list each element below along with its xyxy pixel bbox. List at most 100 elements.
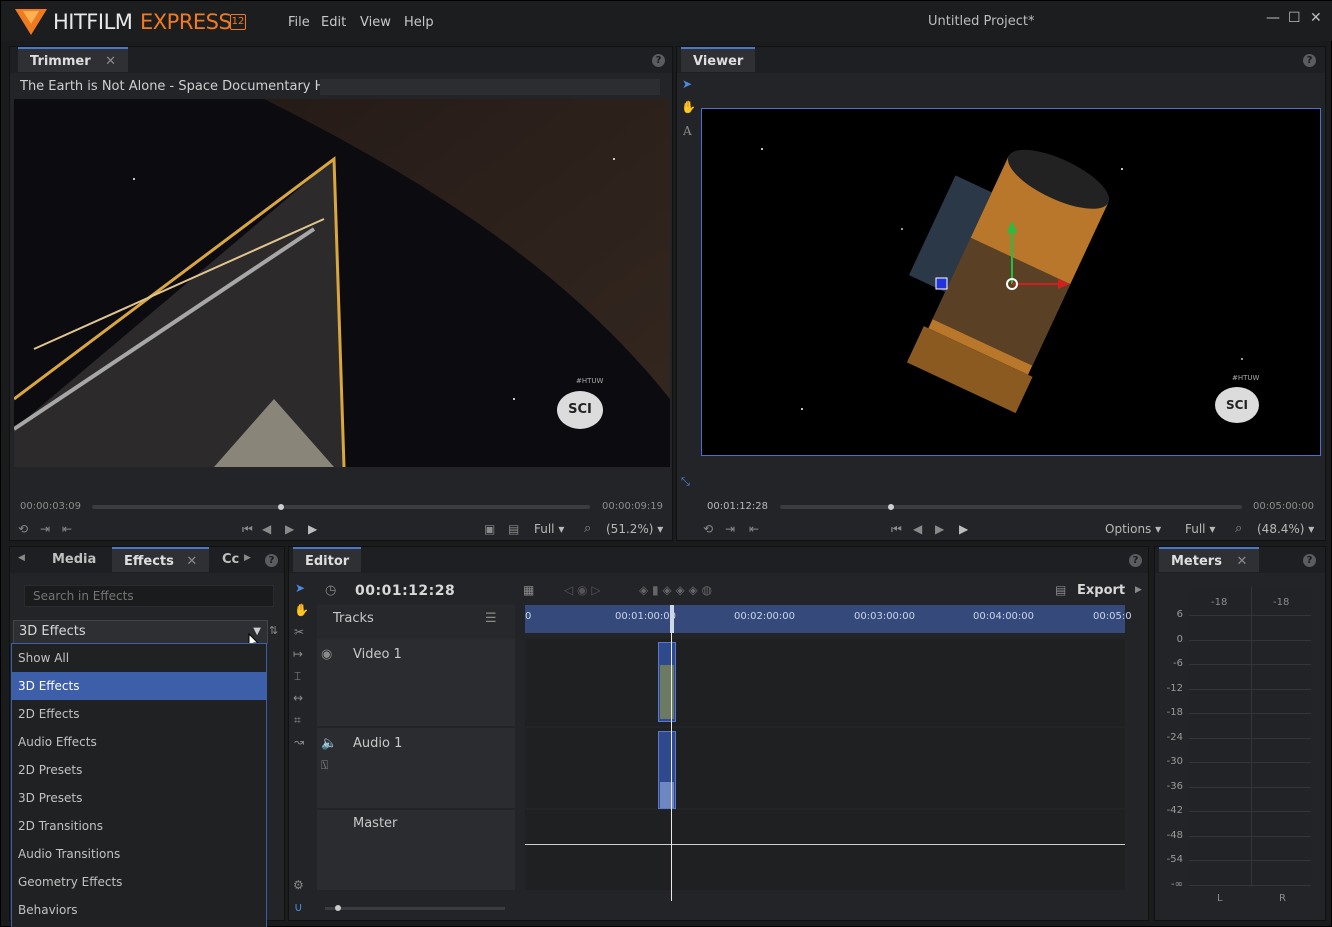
- menu-view[interactable]: View: [360, 15, 391, 30]
- menu-edit[interactable]: Edit: [321, 15, 346, 30]
- tab-media[interactable]: Media: [40, 547, 108, 572]
- play-icon[interactable]: ▶: [959, 522, 968, 536]
- viewer-quality-select[interactable]: Full ▾: [1185, 522, 1215, 536]
- trimmer-scrub-bar[interactable]: [92, 504, 590, 510]
- roll-tool-icon[interactable]: ↔: [293, 691, 303, 705]
- help-icon[interactable]: ?: [1129, 554, 1142, 567]
- track-header-video-1[interactable]: ◉ Video 1: [317, 639, 515, 726]
- keyframe-nav-icons[interactable]: ◁ ◉ ▷: [564, 583, 601, 597]
- text-tool-icon[interactable]: A: [683, 124, 692, 138]
- dropdown-option-geometry-effects[interactable]: Geometry Effects: [12, 868, 266, 896]
- zoom-icon[interactable]: ⌕: [584, 521, 591, 536]
- hand-tool-icon[interactable]: ✋: [681, 100, 696, 114]
- dropdown-option-show-all[interactable]: Show All: [12, 644, 266, 672]
- loop-icon[interactable]: ⟲: [703, 522, 713, 536]
- tab-scroll-left-icon[interactable]: ◀: [18, 553, 25, 563]
- trimmer-scrub-thumb[interactable]: [278, 504, 285, 510]
- help-icon[interactable]: ?: [265, 554, 278, 567]
- rate-stretch-icon[interactable]: ↝: [294, 735, 304, 749]
- video-track-lane[interactable]: [525, 639, 1125, 726]
- overlay-icon[interactable]: ⇤: [62, 522, 72, 536]
- playhead-handle[interactable]: [670, 605, 674, 633]
- zoom-icon[interactable]: ⌕: [1235, 521, 1242, 536]
- eye-icon[interactable]: ◉: [321, 647, 332, 662]
- new-track-icon[interactable]: ▦: [523, 583, 534, 597]
- audio-clip[interactable]: [658, 731, 676, 809]
- menu-file[interactable]: File: [288, 15, 310, 30]
- dropdown-option-audio-transitions[interactable]: Audio Transitions: [12, 840, 266, 868]
- insert-icon[interactable]: ⇥: [725, 522, 735, 536]
- loop-icon[interactable]: ⟲: [18, 522, 28, 536]
- overlay-icon[interactable]: ⇤: [749, 522, 759, 536]
- dropdown-option-3d-presets[interactable]: 3D Presets: [12, 784, 266, 812]
- viewer-scrub-bar[interactable]: [780, 504, 1242, 510]
- dropdown-option-2d-effects[interactable]: 2D Effects: [12, 700, 266, 728]
- tab-trimmer[interactable]: Trimmer ✕: [18, 47, 129, 72]
- select-tool-icon[interactable]: ➤: [682, 77, 692, 91]
- minimize-button[interactable]: —: [1266, 10, 1280, 26]
- timeline-ruler[interactable]: 0 00:01:00:00 00:02:00:00 00:03:00:00 00…: [525, 605, 1132, 633]
- snap-magnet-icon[interactable]: ∪: [294, 900, 303, 914]
- slide-tool-icon[interactable]: ⌗: [294, 713, 301, 728]
- tab-editor[interactable]: Editor: [293, 547, 362, 572]
- select-tool-icon[interactable]: ➤: [295, 581, 305, 595]
- tab-meters[interactable]: Meters ✕: [1159, 547, 1260, 572]
- export-arrow-icon[interactable]: ▶: [1135, 585, 1142, 595]
- speaker-icon[interactable]: 🔈: [321, 736, 337, 751]
- dropdown-option-behaviors[interactable]: Behaviors: [12, 896, 266, 924]
- gear-icon[interactable]: ⚙: [293, 878, 304, 892]
- help-icon[interactable]: ?: [652, 54, 665, 67]
- dropdown-option-audio-effects[interactable]: Audio Effects: [12, 728, 266, 756]
- export-button[interactable]: Export: [1077, 583, 1125, 598]
- effects-search-input[interactable]: [24, 585, 274, 607]
- close-icon[interactable]: ✕: [105, 54, 116, 69]
- playhead-line[interactable]: [671, 633, 672, 901]
- editor-timecode[interactable]: 00:01:12:28: [355, 583, 455, 599]
- dropdown-option-2d-transitions[interactable]: 2D Transitions: [12, 812, 266, 840]
- razor-tool-icon[interactable]: ✂: [294, 625, 304, 639]
- help-icon[interactable]: ?: [1303, 54, 1316, 67]
- sort-icon[interactable]: ⇅: [269, 624, 278, 637]
- maximize-button[interactable]: ☐: [1288, 10, 1301, 26]
- keyframe-tools-icons[interactable]: ◈ ▮ ◈ ◈ ◈ ◍: [639, 583, 712, 597]
- waveform-icon[interactable]: ⍂: [321, 758, 328, 773]
- slip-tool-icon[interactable]: ↦: [293, 647, 303, 661]
- tracks-menu-icon[interactable]: ☰: [485, 611, 497, 626]
- play-icon[interactable]: ▶: [308, 522, 317, 536]
- skip-start-icon[interactable]: ⏮: [242, 522, 253, 537]
- menu-help[interactable]: Help: [404, 15, 434, 30]
- export-frame-icon[interactable]: ▤: [508, 522, 519, 536]
- tab-effects[interactable]: Effects ✕: [112, 547, 210, 572]
- trimmer-quality-select[interactable]: Full ▾: [534, 522, 564, 536]
- hand-tool-icon[interactable]: ✋: [294, 603, 309, 617]
- tab-scroll-right-icon[interactable]: ▶: [244, 553, 251, 563]
- insert-icon[interactable]: ⇥: [40, 522, 50, 536]
- effects-category-select[interactable]: 3D Effects ▼: [13, 620, 268, 644]
- track-zoom-slider[interactable]: [325, 905, 505, 911]
- tab-viewer[interactable]: Viewer: [681, 47, 756, 72]
- snapshot-icon[interactable]: ▣: [484, 522, 495, 536]
- dropdown-option-3d-effects[interactable]: 3D Effects: [12, 672, 266, 700]
- skip-start-icon[interactable]: ⏮: [891, 522, 902, 537]
- video-clip[interactable]: [658, 642, 676, 722]
- viewer-options-menu[interactable]: Options ▾: [1105, 522, 1161, 536]
- prev-frame-icon[interactable]: ◀︎: [913, 522, 922, 536]
- close-window-button[interactable]: ✕: [1310, 10, 1322, 26]
- close-icon[interactable]: ✕: [186, 554, 197, 569]
- ripple-tool-icon[interactable]: ⌶: [294, 669, 301, 684]
- resize-handle-icon[interactable]: ⤡: [681, 475, 690, 489]
- trimmer-zoom-select[interactable]: (51.2%) ▾: [606, 522, 663, 536]
- viewer-zoom-select[interactable]: (48.4%) ▾: [1257, 522, 1314, 536]
- track-zoom-thumb[interactable]: [335, 905, 341, 911]
- trimmer-video[interactable]: #HTUW SCI: [14, 99, 670, 467]
- dropdown-option-2d-presets[interactable]: 2D Presets: [12, 756, 266, 784]
- next-frame-icon[interactable]: ▶︎: [935, 522, 944, 536]
- close-icon[interactable]: ✕: [1236, 554, 1247, 569]
- viewer-scrub-thumb[interactable]: [887, 504, 894, 510]
- prev-frame-icon[interactable]: ◀︎: [262, 522, 271, 536]
- help-icon[interactable]: ?: [1303, 554, 1316, 567]
- viewer-canvas[interactable]: #HTUW SCI: [701, 108, 1321, 456]
- next-frame-icon[interactable]: ▶︎: [285, 522, 294, 536]
- audio-track-lane[interactable]: [525, 728, 1125, 808]
- track-header-audio-1[interactable]: 🔈 ⍂ Audio 1: [317, 728, 515, 808]
